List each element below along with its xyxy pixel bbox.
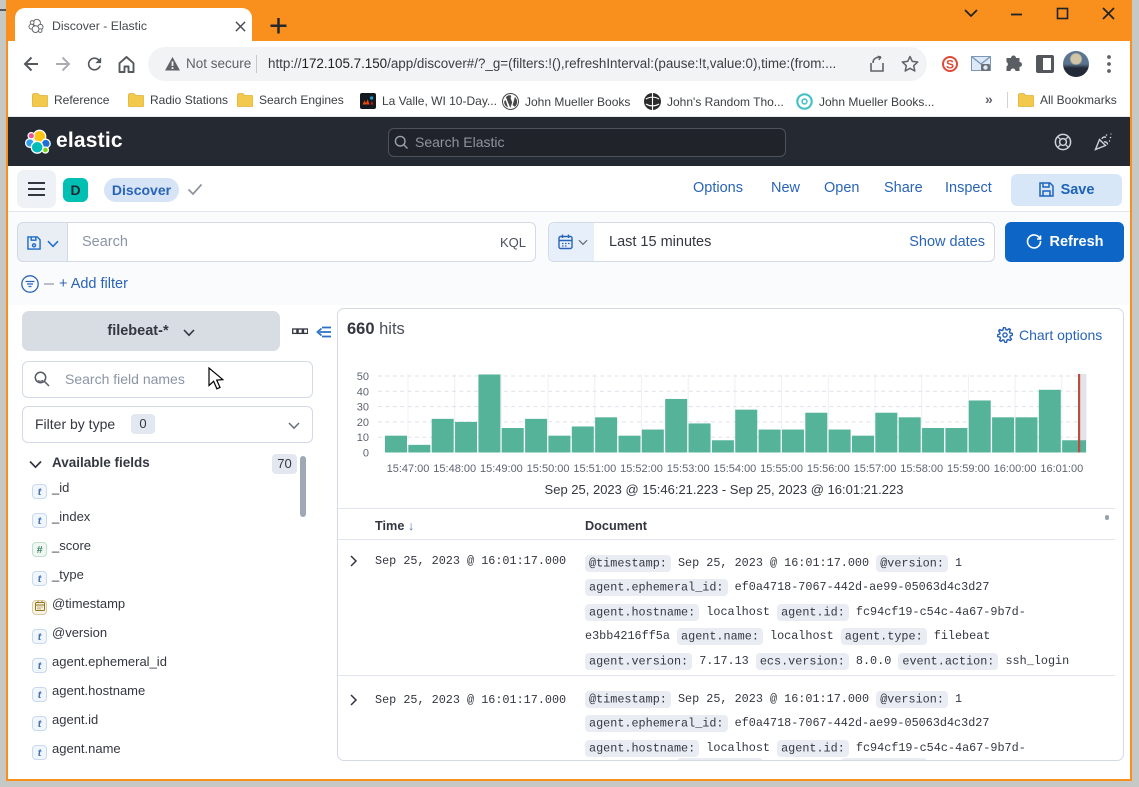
svg-text:15:55:00: 15:55:00 bbox=[760, 463, 803, 475]
svg-text:15:47:00: 15:47:00 bbox=[387, 463, 430, 475]
svg-text:15:49:00: 15:49:00 bbox=[480, 463, 523, 475]
svg-text:10: 10 bbox=[357, 432, 369, 444]
svg-text:15:52:00: 15:52:00 bbox=[620, 463, 663, 475]
svg-text:15:51:00: 15:51:00 bbox=[573, 463, 616, 475]
svg-text:15:53:00: 15:53:00 bbox=[667, 463, 710, 475]
svg-text:20: 20 bbox=[357, 417, 369, 429]
svg-text:0: 0 bbox=[363, 448, 369, 460]
svg-text:15:59:00: 15:59:00 bbox=[947, 463, 990, 475]
svg-text:15:56:00: 15:56:00 bbox=[807, 463, 850, 475]
svg-text:50: 50 bbox=[357, 371, 369, 383]
svg-text:15:48:00: 15:48:00 bbox=[433, 463, 476, 475]
svg-text:16:01:00: 16:01:00 bbox=[1040, 463, 1083, 475]
svg-text:15:50:00: 15:50:00 bbox=[527, 463, 570, 475]
svg-text:30: 30 bbox=[357, 402, 369, 414]
svg-text:S: S bbox=[946, 57, 954, 71]
svg-text:15:57:00: 15:57:00 bbox=[854, 463, 897, 475]
svg-text:15:54:00: 15:54:00 bbox=[713, 463, 756, 475]
svg-text:16:00:00: 16:00:00 bbox=[994, 463, 1037, 475]
svg-text:15:58:00: 15:58:00 bbox=[900, 463, 943, 475]
svg-text:40: 40 bbox=[357, 386, 369, 398]
